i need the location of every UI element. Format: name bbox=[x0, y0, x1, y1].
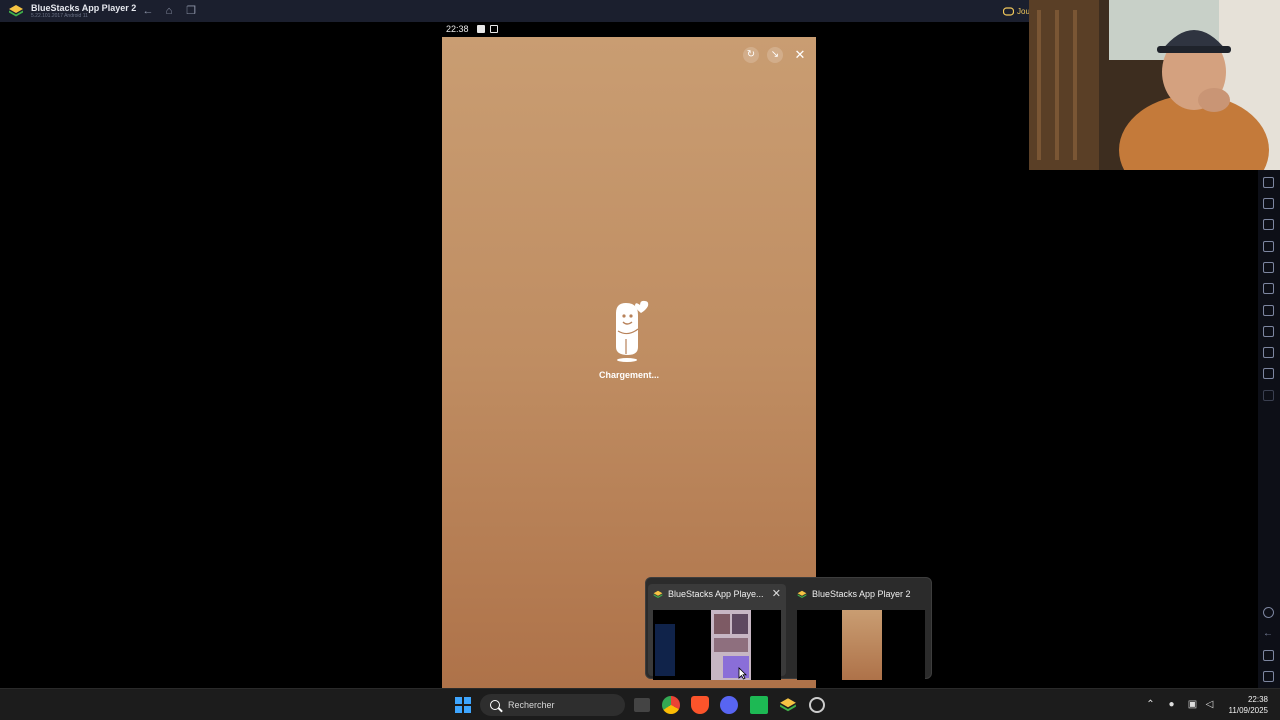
volume-icon[interactable]: ◁ bbox=[1204, 699, 1215, 710]
microphone-icon[interactable]: ● bbox=[1166, 699, 1177, 710]
file-explorer-icon[interactable] bbox=[634, 698, 650, 712]
desktop: BlueStacks App Player 2 5.22.101.2017 An… bbox=[0, 0, 1280, 720]
sidebar-macro-icon[interactable] bbox=[1263, 326, 1274, 337]
android-status-time: 22:38 bbox=[446, 24, 469, 34]
preview-card-2[interactable]: BlueStacks App Player 2 bbox=[792, 584, 930, 680]
obs-icon[interactable] bbox=[809, 697, 825, 713]
chrome-icon[interactable] bbox=[662, 696, 680, 714]
close-icon[interactable]: ✕ bbox=[792, 47, 808, 63]
windows-taskbar: Rechercher ⌃ ● ▣ ◁ 22:38 11/09/2025 bbox=[0, 688, 1280, 720]
network-icon[interactable]: ▣ bbox=[1187, 699, 1198, 710]
sidebar-eco-icon[interactable] bbox=[1263, 305, 1274, 316]
sidebar-screenshot-icon[interactable] bbox=[1263, 198, 1274, 209]
refresh-icon[interactable]: ↻ bbox=[743, 47, 759, 63]
game-center-button[interactable]: Jou bbox=[1003, 4, 1030, 18]
preview-title-1: BlueStacks App Playe... bbox=[668, 589, 764, 599]
preview-card-1[interactable]: BlueStacks App Playe... ✕ bbox=[648, 584, 786, 680]
windows-start-icon[interactable] bbox=[455, 697, 471, 713]
sidebar-more-icon[interactable] bbox=[1263, 390, 1274, 401]
tray-chevron-up-icon[interactable]: ⌃ bbox=[1145, 699, 1156, 710]
sidebar-back-icon[interactable]: ← bbox=[1263, 628, 1274, 639]
back-arrow-icon[interactable]: ← bbox=[141, 4, 155, 18]
preview-thumbnail-2 bbox=[797, 610, 925, 680]
mouse-cursor-icon bbox=[738, 667, 747, 680]
clock-date: 11/09/2025 bbox=[1228, 706, 1268, 715]
home-icon[interactable]: ⌂ bbox=[162, 4, 176, 18]
sidebar-settings-icon[interactable] bbox=[1263, 607, 1274, 618]
sidebar-layers-icon[interactable] bbox=[1263, 347, 1274, 358]
taskbar-search-box[interactable]: Rechercher bbox=[480, 694, 625, 716]
app-icon[interactable] bbox=[750, 696, 768, 714]
sidebar-location-icon[interactable] bbox=[1263, 262, 1274, 273]
search-placeholder: Rechercher bbox=[508, 700, 555, 710]
sidebar-media-icon[interactable] bbox=[1263, 241, 1274, 252]
bluestacks-taskbar-icon[interactable] bbox=[779, 696, 797, 714]
loading-text: Chargement... bbox=[598, 370, 659, 380]
webcam-feed-image bbox=[1029, 0, 1280, 170]
preview-thumbnail-1 bbox=[653, 610, 781, 680]
sidebar-record-icon[interactable] bbox=[1263, 219, 1274, 230]
loading-mascot-icon bbox=[616, 300, 649, 362]
search-icon bbox=[490, 700, 500, 710]
window-version: 5.22.101.2017 Android 11 bbox=[31, 13, 88, 19]
notification-icon-2 bbox=[490, 25, 498, 33]
taskbar-clock[interactable]: 22:38 11/09/2025 bbox=[1229, 694, 1268, 716]
discord-icon[interactable] bbox=[720, 696, 738, 714]
bluestacks-logo-icon bbox=[797, 590, 807, 598]
webcam-overlay bbox=[1029, 0, 1280, 170]
controller-icon bbox=[1003, 6, 1014, 16]
taskbar-window-preview: BlueStacks App Playe... ✕ BlueStacks App… bbox=[645, 577, 932, 680]
brave-icon[interactable] bbox=[691, 696, 709, 714]
clock-time: 22:38 bbox=[1247, 695, 1268, 704]
minimize-icon[interactable]: ↘ bbox=[767, 47, 783, 63]
sidebar-apk-icon[interactable] bbox=[1263, 283, 1274, 294]
bluestacks-logo-icon bbox=[9, 5, 23, 17]
sidebar-home-icon[interactable] bbox=[1263, 650, 1274, 661]
sidebar-performance-icon[interactable] bbox=[1263, 177, 1274, 188]
preview-close-icon[interactable]: ✕ bbox=[772, 587, 781, 600]
bluestacks-sidebar: ← bbox=[1258, 170, 1280, 688]
preview-title-2: BlueStacks App Player 2 bbox=[812, 589, 911, 599]
bluestacks-logo-icon bbox=[653, 590, 663, 598]
sidebar-recents-icon[interactable] bbox=[1263, 671, 1274, 682]
multitask-icon[interactable]: ❐ bbox=[184, 4, 198, 18]
game-pill-label: Jou bbox=[1017, 6, 1030, 16]
notification-icon bbox=[477, 25, 485, 33]
window-title: BlueStacks App Player 2 bbox=[31, 3, 137, 13]
sidebar-sync-icon[interactable] bbox=[1263, 368, 1274, 379]
